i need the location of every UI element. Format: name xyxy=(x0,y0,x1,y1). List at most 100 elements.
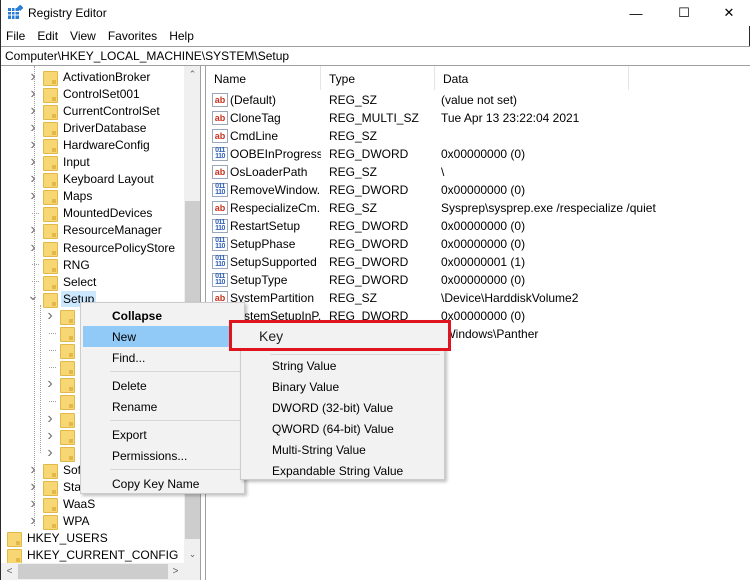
folder-icon xyxy=(43,70,58,86)
chevron-right-icon[interactable]: › xyxy=(27,153,39,171)
column-name[interactable]: Name xyxy=(206,66,321,90)
chevron-right-icon[interactable]: › xyxy=(27,461,39,478)
chevron-right-icon[interactable]: › xyxy=(44,427,56,444)
tree-item-stat[interactable]: › Stat xyxy=(27,478,86,496)
value-row[interactable]: 011 110 OOBEInProgress REG_DWORD 0x00000000… xyxy=(206,145,525,163)
value-data: 0x00000000 (0) xyxy=(441,183,526,197)
tree-connector xyxy=(49,366,56,368)
tree-item-hardwareconfig[interactable]: › HardwareConfig xyxy=(27,136,152,154)
value-row[interactable]: ab (Default) REG_SZ (value not set) xyxy=(206,91,517,109)
context-menu-permissions[interactable]: Permissions... xyxy=(83,445,242,466)
maximize-icon: ☐ xyxy=(678,5,690,20)
address-bar[interactable]: Computer\HKEY_LOCAL_MACHINE\SYSTEM\Setup xyxy=(1,46,750,66)
value-row[interactable]: 011 110 RemoveWindow... REG_DWORD 0x0000000… xyxy=(206,181,525,199)
value-row[interactable]: 011 110 SetupType REG_DWORD 0x00000000 (0) xyxy=(206,271,525,289)
chevron-right-icon[interactable]: › xyxy=(27,221,39,239)
close-button[interactable]: ✕ xyxy=(706,0,750,26)
tree-item-hkey-current-config[interactable]: HKEY_CURRENT_CONFIG xyxy=(3,547,180,565)
tree-item-driverdatabase[interactable]: › DriverDatabase xyxy=(27,119,148,137)
context-menu-collapse[interactable]: Collapse xyxy=(83,305,242,326)
context-menu-rename[interactable]: Rename xyxy=(83,396,242,417)
minimize-button[interactable]: — xyxy=(613,0,659,26)
chevron-right-icon[interactable]: › xyxy=(27,170,39,188)
chevron-right-icon[interactable]: › xyxy=(44,375,56,393)
tree-item-controlset001[interactable]: › ControlSet001 xyxy=(27,85,142,103)
tree-item-resourcepolicystore[interactable]: › ResourcePolicyStore xyxy=(27,239,177,257)
tree-item-activationbroker[interactable]: › ActivationBroker xyxy=(27,68,152,86)
tree-item-label: RNG xyxy=(63,257,90,272)
menu-edit[interactable]: Edit xyxy=(31,27,64,46)
chevron-down-icon[interactable]: ⌄ xyxy=(27,287,39,304)
value-name: (Default) xyxy=(230,93,277,107)
value-type: REG_DWORD xyxy=(329,219,409,233)
tree-item-maps[interactable]: › Maps xyxy=(27,187,94,206)
submenu-dword-32-bit-value[interactable]: DWORD (32-bit) Value xyxy=(243,397,442,418)
value-type: REG_SZ xyxy=(329,93,378,107)
scroll-up-icon[interactable]: ⌃ xyxy=(184,66,200,83)
chevron-right-icon[interactable]: › xyxy=(44,444,56,461)
chevron-right-icon[interactable]: › xyxy=(44,410,56,427)
minimize-icon: — xyxy=(629,5,643,21)
value-row[interactable]: 011 110 SetupSupported REG_DWORD 0x00000001… xyxy=(206,253,525,271)
value-row[interactable]: ab CmdLine REG_SZ xyxy=(206,127,441,145)
chevron-right-icon[interactable]: › xyxy=(27,119,39,136)
scroll-right-icon[interactable]: > xyxy=(167,563,184,580)
chevron-right-icon[interactable]: › xyxy=(27,102,39,119)
chevron-right-icon[interactable]: › xyxy=(27,512,39,530)
context-menu-copy-key-name[interactable]: Copy Key Name xyxy=(83,473,242,494)
context-menu-find[interactable]: Find... xyxy=(83,347,242,368)
tree-item-waas[interactable]: › WaaS xyxy=(27,495,97,513)
scroll-down-icon[interactable]: ⌄ xyxy=(184,546,200,563)
context-menu-new[interactable]: New xyxy=(83,326,242,347)
chevron-right-icon[interactable]: › xyxy=(27,478,39,495)
menu-help[interactable]: Help xyxy=(163,27,200,46)
column-data[interactable]: Data xyxy=(435,66,629,90)
tree-item-rng[interactable]: RNG xyxy=(27,256,92,274)
dword-value-icon: 011 110 xyxy=(212,255,228,269)
tree-item-mounteddevices[interactable]: MountedDevices xyxy=(27,205,154,223)
chevron-right-icon[interactable]: › xyxy=(27,85,39,102)
submenu-qword-64-bit-value[interactable]: QWORD (64-bit) Value xyxy=(243,418,442,439)
submenu-expandable-string-value[interactable]: Expandable String Value xyxy=(243,460,442,481)
value-row[interactable]: ab SystemPartition REG_SZ \Device\HarddiskV… xyxy=(206,289,578,307)
value-row[interactable]: 011 110 SetupPhase REG_DWORD 0x00000000 (0) xyxy=(206,235,525,253)
tree-item-wpa[interactable]: › WPA xyxy=(27,512,91,531)
chevron-right-icon[interactable]: › xyxy=(44,307,56,324)
context-menu-export[interactable]: Export xyxy=(83,424,242,445)
tree-item-soft[interactable]: › Soft xyxy=(27,461,86,479)
chevron-right-icon[interactable]: › xyxy=(27,187,39,205)
tree-item-input[interactable]: › Input xyxy=(27,153,92,171)
value-row[interactable]: 011 110 RestartSetup REG_DWORD 0x00000000 (… xyxy=(206,217,525,235)
submenu-item-key[interactable]: Key xyxy=(259,328,283,344)
tree-item-currentcontrolset[interactable]: › CurrentControlSet xyxy=(27,102,162,120)
submenu-string-value[interactable]: String Value xyxy=(243,355,442,376)
value-row[interactable]: ab CloneTag REG_MULTI_SZ Tue Apr 13 23:22:0… xyxy=(206,109,579,127)
menu-file[interactable]: File xyxy=(1,27,31,46)
maximize-button[interactable]: ☐ xyxy=(661,0,707,26)
tree-item-resourcemanager[interactable]: › ResourceManager xyxy=(27,221,164,240)
scroll-left-icon[interactable]: < xyxy=(1,563,18,580)
chevron-right-icon[interactable]: › xyxy=(27,495,39,513)
scrollbar-thumb[interactable] xyxy=(18,564,168,579)
registry-editor-window: Registry Editor — ☐ ✕ File Edit View Fav… xyxy=(0,0,750,580)
tree-horizontal-scrollbar[interactable]: < > xyxy=(1,563,184,580)
chevron-right-icon[interactable]: › xyxy=(27,136,39,153)
chevron-right-icon[interactable]: › xyxy=(27,239,39,256)
tree-item-label: ResourceManager xyxy=(63,223,162,238)
value-row[interactable]: ab RespecializeCm... REG_SZ Sysprep\sysprep… xyxy=(206,199,656,217)
chevron-right-icon[interactable]: › xyxy=(27,68,39,85)
window-title: Registry Editor xyxy=(28,6,107,20)
menu-view[interactable]: View xyxy=(64,27,102,46)
value-row[interactable]: ab OsLoaderPath REG_SZ \ xyxy=(206,163,444,181)
tree-item-keyboard-layout[interactable]: › Keyboard Layout xyxy=(27,170,156,189)
submenu-multi-string-value[interactable]: Multi-String Value xyxy=(243,439,442,460)
context-menu-delete[interactable]: Delete xyxy=(83,375,242,396)
highlight-new-key[interactable]: Key xyxy=(229,320,451,351)
folder-icon xyxy=(60,326,75,342)
tree-item-hkey-users[interactable]: HKEY_USERS xyxy=(3,530,110,548)
column-type[interactable]: Type xyxy=(321,66,435,90)
value-name-cell: ab CloneTag xyxy=(206,111,321,125)
submenu-binary-value[interactable]: Binary Value xyxy=(243,376,442,397)
folder-icon xyxy=(43,292,58,308)
menu-favorites[interactable]: Favorites xyxy=(102,27,163,46)
